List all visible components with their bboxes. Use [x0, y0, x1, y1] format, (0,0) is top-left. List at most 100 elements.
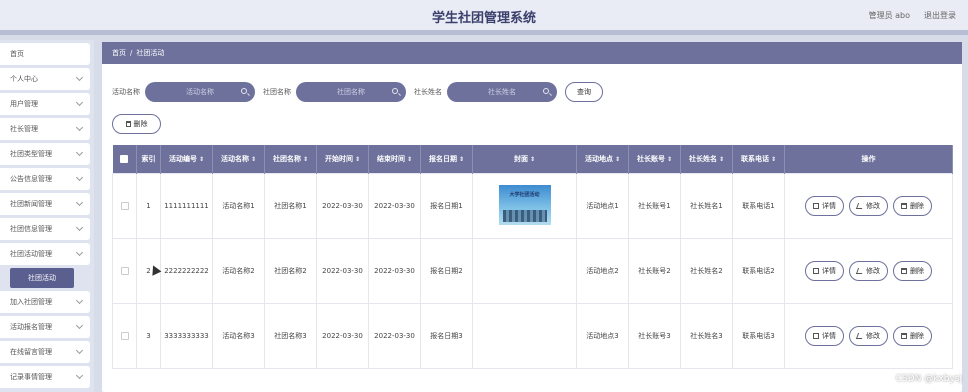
cell-cover: 大学社团活动: [472, 172, 577, 239]
activity-name-label: 活动名称: [112, 88, 140, 96]
edit-button[interactable]: 修改: [849, 195, 888, 216]
activity-name-placeholder: 活动名称: [186, 88, 214, 96]
column-header-label: 结束时间: [376, 154, 405, 163]
trash-icon: [901, 267, 907, 274]
sidebar-item[interactable]: 记录事情管理: [0, 366, 90, 388]
cell-signup: 报名日期3: [420, 302, 473, 369]
column-header[interactable]: 联系电话 ⇕: [732, 145, 785, 173]
sidebar-item-label: 首页: [10, 50, 24, 58]
column-header[interactable]: 社长账号 ⇕: [628, 145, 681, 173]
column-header: 操作: [784, 145, 953, 173]
sidebar-item[interactable]: 活动报名管理: [0, 316, 90, 338]
row-checkbox[interactable]: [120, 331, 129, 340]
activity-name-input[interactable]: 活动名称: [145, 82, 255, 102]
sidebar-item-label: 个人中心: [10, 75, 38, 83]
row-actions: 详情 修改 删除: [786, 325, 952, 346]
sidebar: 首页个人中心用户管理社长管理社团类型管理公告信息管理社团新闻管理社团信息管理 社团…: [0, 40, 94, 392]
leader-name-label: 社长姓名: [414, 88, 442, 96]
column-header[interactable]: 报名日期 ⇕: [420, 145, 473, 173]
column-header[interactable]: 封面 ⇕: [472, 145, 577, 173]
sidebar-item[interactable]: 公告信息管理: [0, 168, 90, 190]
sidebar-item[interactable]: 首页: [0, 43, 90, 65]
column-header-label: 社团名称: [272, 154, 301, 163]
column-header[interactable]: 活动地点 ⇕: [576, 145, 629, 173]
column-header[interactable]: 社团名称 ⇕: [264, 145, 317, 173]
sidebar-item[interactable]: 在线留言管理: [0, 341, 90, 363]
cell-leader: 社长姓名2: [680, 237, 733, 304]
sort-icon: ⇕: [666, 155, 673, 163]
chevron-down-icon: [75, 223, 84, 232]
cell-actions: 详情 修改 删除: [784, 237, 953, 304]
club-name-input[interactable]: 社团名称: [296, 82, 406, 102]
sort-icon: ⇕: [529, 155, 536, 163]
cell-account: 社长账号2: [628, 237, 681, 304]
sidebar-item-label: 社长管理: [10, 125, 38, 133]
sidebar-subitem-active[interactable]: 社团活动: [10, 268, 74, 288]
column-header[interactable]: 活动编号 ⇕: [160, 145, 213, 173]
cell-phone: 联系电话1: [732, 172, 785, 239]
cell-code: 1111111111: [160, 172, 213, 239]
detail-button[interactable]: 详情: [805, 325, 844, 346]
sidebar-item-label: 记录事情管理: [10, 373, 52, 381]
detail-button[interactable]: 详情: [805, 260, 844, 281]
cell-end: 2022-03-30: [368, 237, 421, 304]
sidebar-item-label: 社团新闻管理: [10, 200, 52, 208]
batch-delete-button[interactable]: 删除: [112, 114, 161, 134]
cell-activity: 活动名称2: [212, 237, 265, 304]
cover-caption: 大学社团活动: [509, 191, 540, 198]
sidebar-item[interactable]: 用户管理: [0, 93, 90, 115]
select-all-checkbox[interactable]: [112, 145, 137, 173]
chevron-down-icon: [75, 321, 84, 330]
edit-button[interactable]: 修改: [849, 325, 888, 346]
edit-icon: [855, 332, 865, 339]
row-actions: 详情 修改 删除: [786, 260, 952, 281]
delete-label: 删除: [910, 266, 924, 275]
leader-name-input[interactable]: 社长姓名: [447, 82, 557, 102]
search-icon: [543, 88, 549, 94]
column-header-label: 索引: [141, 154, 156, 163]
edit-button[interactable]: 修改: [849, 260, 888, 281]
row-checkbox[interactable]: [120, 266, 129, 275]
current-user-label: 管理员 abo: [868, 11, 910, 20]
sidebar-item[interactable]: 社团活动管理: [0, 243, 90, 265]
chevron-down-icon: [75, 123, 84, 132]
sidebar-item[interactable]: 加入社团管理: [0, 291, 90, 313]
breadcrumb-current: 社团活动: [136, 49, 165, 57]
table-row: 2 2222222222 活动名称2 社团名称2 2022-03-30 2022-03-3…: [112, 237, 953, 304]
sidebar-item[interactable]: 社团类型管理: [0, 143, 90, 165]
query-button[interactable]: 查询: [565, 82, 603, 102]
delete-button[interactable]: 删除: [893, 325, 932, 346]
row-checkbox[interactable]: [120, 201, 129, 210]
cell-actions: 详情 修改 删除: [784, 172, 953, 239]
sidebar-item-label: 活动报名管理: [10, 323, 52, 331]
delete-button[interactable]: 删除: [893, 260, 932, 281]
column-header[interactable]: 活动名称 ⇕: [212, 145, 265, 173]
column-header[interactable]: 社长姓名 ⇕: [680, 145, 733, 173]
column-header[interactable]: 结束时间 ⇕: [368, 145, 421, 173]
cell-club: 社团名称3: [264, 302, 317, 369]
breadcrumb-home[interactable]: 首页: [112, 48, 126, 58]
sidebar-item-label: 用户管理: [10, 100, 38, 108]
activity-table: 索引 活动编号 ⇕ 活动名称 ⇕ 社团名称 ⇕ 开始时间 ⇕ 结束时间 ⇕ 报名日期 ⇕ 封面 ⇕ 活动地点 ⇕…: [112, 145, 953, 369]
chevron-down-icon: [75, 148, 84, 157]
sidebar-item[interactable]: 社团信息管理: [0, 218, 90, 240]
delete-button[interactable]: 删除: [893, 195, 932, 216]
cell-signup: 报名日期2: [420, 237, 473, 304]
column-header[interactable]: 开始时间 ⇕: [316, 145, 369, 173]
sidebar-item[interactable]: 社长管理: [0, 118, 90, 140]
watermark: CSDN @kxbysj: [895, 374, 962, 384]
detail-icon: [813, 267, 819, 274]
logout-link[interactable]: 退出登录: [924, 10, 956, 21]
sidebar-item[interactable]: 社团新闻管理: [0, 193, 90, 215]
edit-icon: [855, 202, 865, 209]
cover-people: [502, 209, 547, 222]
chevron-down-icon: [75, 98, 84, 107]
sidebar-item-label: 社团类型管理: [10, 150, 52, 158]
cell-signup: 报名日期1: [420, 172, 473, 239]
sidebar-item[interactable]: 个人中心: [0, 68, 90, 90]
detail-button[interactable]: 详情: [805, 195, 844, 216]
sidebar-item-label: 加入社团管理: [10, 298, 52, 306]
delete-label: 删除: [910, 331, 924, 340]
batch-delete-label: 删除: [133, 120, 148, 128]
cell-place: 活动地点1: [576, 172, 629, 239]
